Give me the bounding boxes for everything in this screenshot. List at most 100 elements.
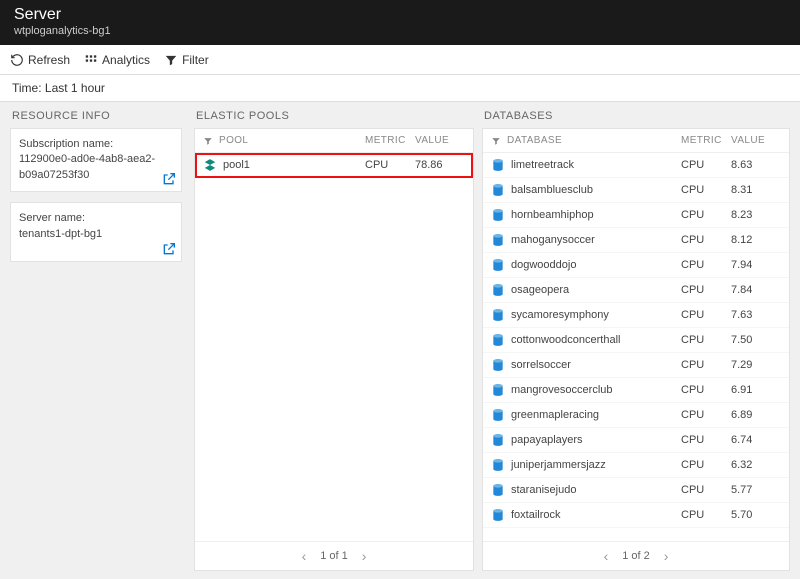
pools-table-body: pool1 CPU78.86 bbox=[195, 153, 473, 541]
analytics-icon bbox=[84, 53, 98, 67]
subscription-tile[interactable]: Subscription name: 112900e0-ad0e-4ab8-ae… bbox=[10, 128, 182, 192]
databases-header: DATABASES bbox=[482, 110, 790, 122]
pager-prev[interactable]: ‹ bbox=[604, 548, 609, 564]
refresh-button[interactable]: Refresh bbox=[10, 53, 70, 67]
database-row[interactable]: mahoganysoccerCPU8.12 bbox=[483, 228, 789, 253]
database-metric: CPU bbox=[681, 284, 731, 296]
database-icon bbox=[491, 358, 505, 372]
databases-column: DATABASES DATABASE METRIC VALUE limetree… bbox=[478, 102, 800, 579]
db-table-header: DATABASE METRIC VALUE bbox=[483, 129, 789, 153]
database-row[interactable]: staranisejudoCPU5.77 bbox=[483, 478, 789, 503]
database-row[interactable]: dogwooddojoCPU7.94 bbox=[483, 253, 789, 278]
database-value: 5.70 bbox=[731, 509, 781, 521]
database-metric: CPU bbox=[681, 159, 731, 171]
database-icon bbox=[491, 208, 505, 222]
open-icon[interactable] bbox=[161, 241, 177, 257]
database-row[interactable]: sycamoresymphonyCPU7.63 bbox=[483, 303, 789, 328]
database-metric: CPU bbox=[681, 459, 731, 471]
pager-prev[interactable]: ‹ bbox=[302, 548, 307, 564]
refresh-label: Refresh bbox=[28, 53, 70, 67]
database-metric: CPU bbox=[681, 234, 731, 246]
database-row[interactable]: cottonwoodconcerthallCPU7.50 bbox=[483, 328, 789, 353]
database-metric: CPU bbox=[681, 334, 731, 346]
database-metric: CPU bbox=[681, 309, 731, 321]
database-row[interactable]: hornbeamhiphopCPU8.23 bbox=[483, 203, 789, 228]
pools-table-header: POOL METRIC VALUE bbox=[195, 129, 473, 153]
server-label: Server name: bbox=[19, 211, 173, 226]
content: RESOURCE INFO Subscription name: 112900e… bbox=[0, 102, 800, 579]
pools-pager: ‹ 1 of 1 › bbox=[195, 541, 473, 570]
database-name: papayaplayers bbox=[511, 434, 583, 446]
resource-info-column: RESOURCE INFO Subscription name: 112900e… bbox=[0, 102, 190, 579]
database-row[interactable]: juniperjammersjazzCPU6.32 bbox=[483, 453, 789, 478]
database-metric: CPU bbox=[681, 384, 731, 396]
filter-icon[interactable] bbox=[203, 136, 213, 146]
database-row[interactable]: mangrovesoccerclub CPU6.91 bbox=[483, 378, 789, 403]
elastic-pools-column: ELASTIC POOLS POOL METRIC VALUE pool1CPU… bbox=[190, 102, 478, 579]
col-database: DATABASE bbox=[507, 135, 562, 146]
pool-value: 78.86 bbox=[415, 159, 465, 171]
database-row[interactable]: sorrelsoccerCPU7.29 bbox=[483, 353, 789, 378]
pool-row[interactable]: pool1 CPU78.86 bbox=[195, 153, 473, 178]
database-icon bbox=[491, 458, 505, 472]
database-icon bbox=[491, 183, 505, 197]
database-metric: CPU bbox=[681, 484, 731, 496]
database-row[interactable]: limetreetrackCPU8.63 bbox=[483, 153, 789, 178]
pager-text: 1 of 2 bbox=[622, 550, 650, 562]
database-icon bbox=[491, 158, 505, 172]
col-value: VALUE bbox=[731, 135, 781, 146]
server-tile[interactable]: Server name: tenants1-dpt-bg1 bbox=[10, 202, 182, 262]
database-name: mahoganysoccer bbox=[511, 234, 595, 246]
filter-button[interactable]: Filter bbox=[164, 53, 209, 67]
col-value: VALUE bbox=[415, 135, 465, 146]
database-icon bbox=[491, 408, 505, 422]
database-value: 6.74 bbox=[731, 434, 781, 446]
database-row[interactable]: papayaplayersCPU6.74 bbox=[483, 428, 789, 453]
filter-icon[interactable] bbox=[491, 136, 501, 146]
database-name: sycamoresymphony bbox=[511, 309, 609, 321]
filter-icon bbox=[164, 53, 178, 67]
database-icon bbox=[491, 233, 505, 247]
page-subtitle: wtploganalytics-bg1 bbox=[14, 25, 786, 37]
database-metric: CPU bbox=[681, 259, 731, 271]
col-pool: POOL bbox=[219, 135, 248, 146]
database-metric: CPU bbox=[681, 409, 731, 421]
database-row[interactable]: osageoperaCPU7.84 bbox=[483, 278, 789, 303]
pool-metric: CPU bbox=[365, 159, 415, 171]
filter-label: Filter bbox=[182, 53, 209, 67]
database-name: mangrovesoccerclub bbox=[511, 384, 613, 396]
database-name: greenmapleracing bbox=[511, 409, 599, 421]
open-icon[interactable] bbox=[161, 171, 177, 187]
database-value: 6.89 bbox=[731, 409, 781, 421]
pool-name: pool1 bbox=[223, 159, 250, 171]
database-name: staranisejudo bbox=[511, 484, 576, 496]
elastic-pools-panel: POOL METRIC VALUE pool1 CPU78.86 ‹ 1 of 1… bbox=[194, 128, 474, 571]
database-name: dogwooddojo bbox=[511, 259, 576, 271]
database-icon bbox=[491, 258, 505, 272]
pager-next[interactable]: › bbox=[362, 548, 367, 564]
analytics-button[interactable]: Analytics bbox=[84, 53, 150, 67]
pager-next[interactable]: › bbox=[664, 548, 669, 564]
analytics-label: Analytics bbox=[102, 53, 150, 67]
resource-info-header: RESOURCE INFO bbox=[10, 110, 182, 122]
col-metric: METRIC bbox=[365, 135, 415, 146]
database-value: 6.91 bbox=[731, 384, 781, 396]
database-row[interactable]: balsambluesclubCPU8.31 bbox=[483, 178, 789, 203]
database-icon bbox=[491, 433, 505, 447]
database-row[interactable]: foxtailrock CPU5.70 bbox=[483, 503, 789, 528]
database-row[interactable]: greenmapleracing CPU6.89 bbox=[483, 403, 789, 428]
database-metric: CPU bbox=[681, 184, 731, 196]
time-range[interactable]: Time: Last 1 hour bbox=[0, 75, 800, 102]
database-value: 7.50 bbox=[731, 334, 781, 346]
database-name: sorrelsoccer bbox=[511, 359, 571, 371]
database-metric: CPU bbox=[681, 209, 731, 221]
database-name: foxtailrock bbox=[511, 509, 561, 521]
database-metric: CPU bbox=[681, 509, 731, 521]
database-value: 8.31 bbox=[731, 184, 781, 196]
database-name: juniperjammersjazz bbox=[511, 459, 606, 471]
database-icon bbox=[491, 283, 505, 297]
database-icon bbox=[491, 333, 505, 347]
col-metric: METRIC bbox=[681, 135, 731, 146]
database-icon bbox=[491, 508, 505, 522]
database-icon bbox=[491, 483, 505, 497]
